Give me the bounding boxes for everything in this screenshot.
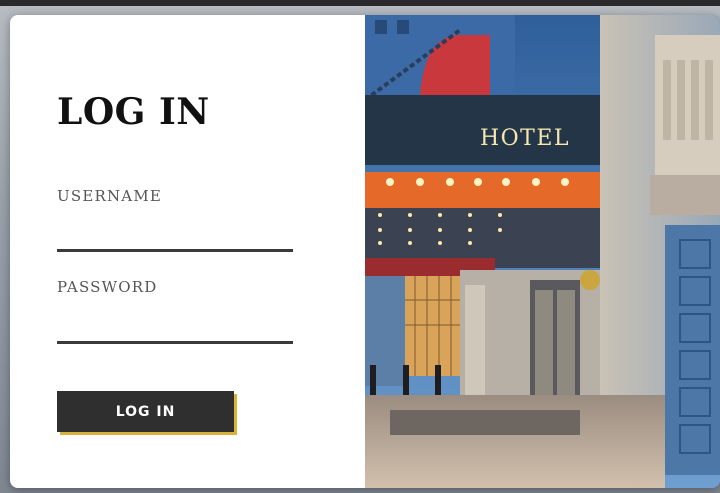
hotel-sign-text: HOTEL: [480, 126, 570, 151]
login-button-wrapper: LOG IN: [57, 391, 237, 435]
hotel-photo: HOTEL: [365, 15, 720, 488]
hotel-photo-illustration: HOTEL: [365, 15, 720, 488]
username-input[interactable]: [57, 222, 293, 252]
login-button[interactable]: LOG IN: [57, 391, 234, 432]
username-label: USERNAME: [57, 187, 163, 205]
login-title: LOG IN: [57, 91, 210, 133]
login-form-panel: LOG IN USERNAME PASSWORD LOG IN: [10, 15, 365, 488]
password-input[interactable]: [57, 314, 293, 344]
login-modal: LOG IN USERNAME PASSWORD LOG IN HOTEL: [10, 15, 720, 488]
password-label: PASSWORD: [57, 278, 158, 296]
